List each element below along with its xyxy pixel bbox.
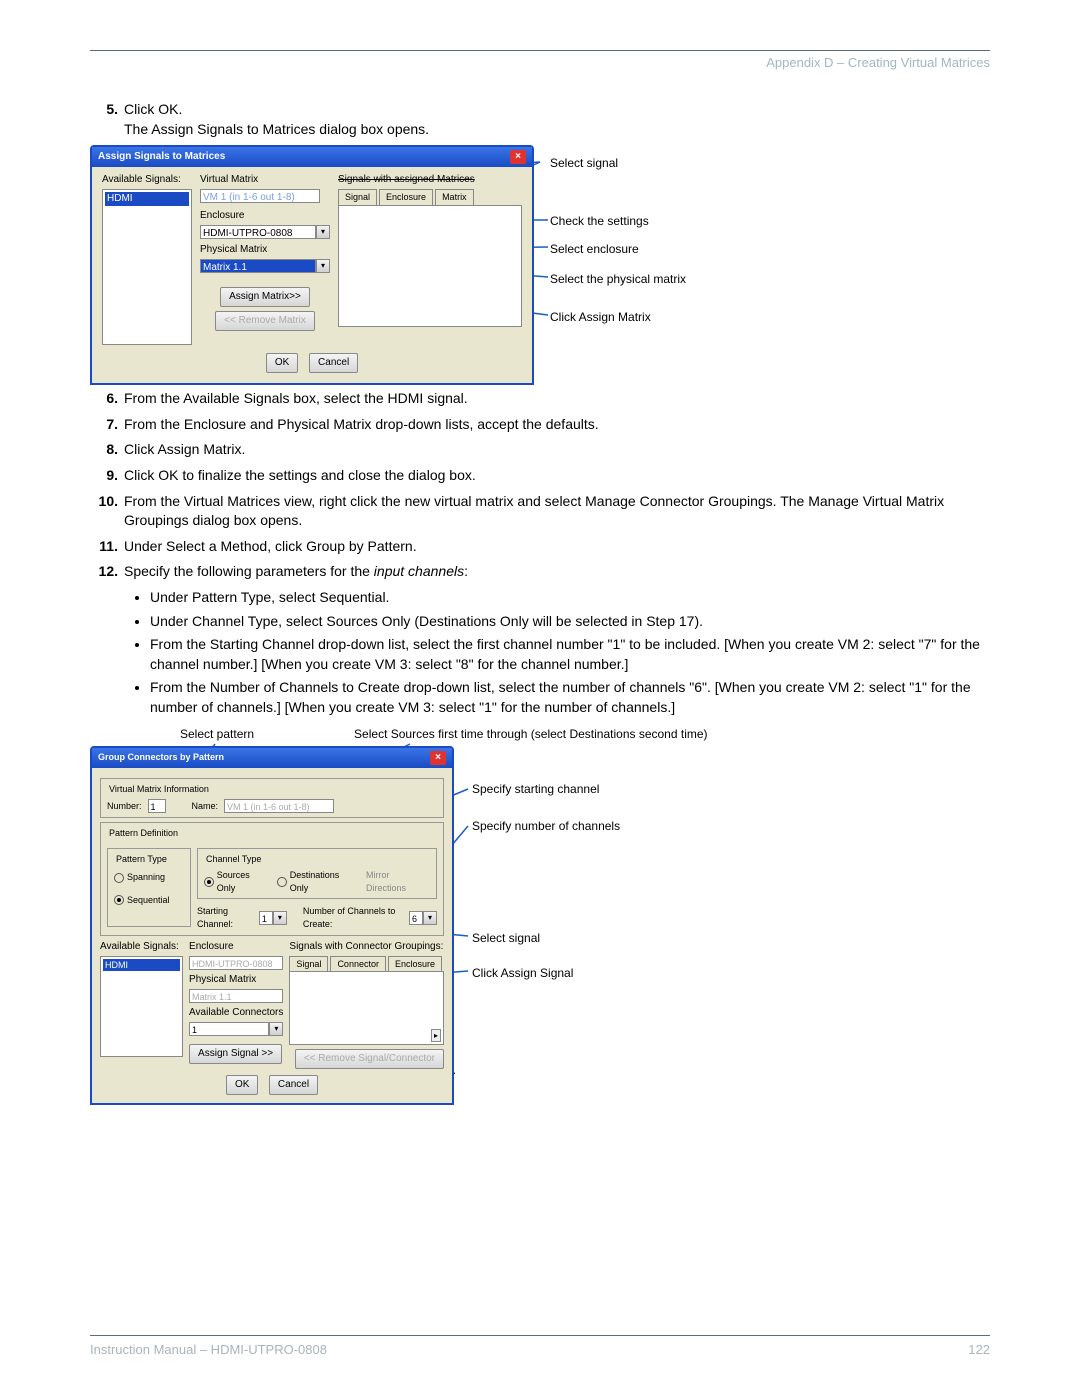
physical-matrix-dropdown[interactable]: Matrix 1.1 ▾	[200, 259, 330, 273]
chevron-down-icon[interactable]: ▾	[316, 259, 330, 273]
scroll-right-icon[interactable]: ▸	[431, 1029, 441, 1042]
callout-select-enclosure: Select enclosure	[550, 241, 639, 258]
enclosure-label: Enclosure	[200, 209, 330, 223]
callout-check-settings: Check the settings	[550, 213, 649, 230]
callout-click-assign: Click Assign Matrix	[550, 309, 651, 326]
callout-click-assign-signal: Click Assign Signal	[472, 965, 573, 982]
step-num: 9.	[90, 466, 124, 486]
ok-button[interactable]: OK	[226, 1075, 258, 1095]
callout-select-signal: Select signal	[472, 930, 540, 947]
header-breadcrumb: Appendix D – Creating Virtual Matrices	[90, 55, 990, 70]
step-num: 12.	[90, 562, 124, 582]
signals-assigned-label: Signals with assigned Matrices	[338, 173, 522, 187]
ok-button[interactable]: OK	[266, 353, 298, 373]
starting-channel-dropdown[interactable]: 1▾	[259, 911, 287, 925]
cancel-button[interactable]: Cancel	[269, 1075, 318, 1095]
callout-select-physical: Select the physical matrix	[550, 271, 686, 288]
dialog-assign-signals: Assign Signals to Matrices × Available S…	[90, 145, 534, 385]
radio-sequential[interactable]: Sequential	[114, 894, 170, 907]
callout-starting-channel: Specify starting channel	[472, 781, 599, 798]
step-text: From the Enclosure and Physical Matrix d…	[124, 415, 990, 435]
step-num: 6.	[90, 389, 124, 409]
num-channels-dropdown[interactable]: 6▾	[409, 911, 437, 925]
top-rule	[90, 50, 990, 51]
close-icon[interactable]: ×	[510, 150, 526, 164]
assign-matrix-button[interactable]: Assign Matrix>>	[220, 287, 310, 307]
bullet-item: Under Channel Type, select Sources Only …	[150, 612, 990, 632]
step-num: 7.	[90, 415, 124, 435]
virtual-matrix-label: Virtual Matrix	[200, 173, 330, 187]
bullet-item: From the Number of Channels to Create dr…	[150, 678, 990, 717]
step-num: 5.	[90, 100, 124, 120]
bullet-item: Under Pattern Type, select Sequential.	[150, 588, 990, 608]
step-num: 11.	[90, 537, 124, 557]
physical-matrix-label: Physical Matrix	[200, 243, 330, 257]
cancel-button[interactable]: Cancel	[309, 353, 358, 373]
available-signals-label: Available Signals:	[102, 173, 192, 187]
tab-signal[interactable]: Signal	[289, 956, 328, 972]
step-num: 10.	[90, 492, 124, 512]
pattern-type-group: Pattern Type Spanning Sequential	[107, 848, 191, 927]
assign-signal-button[interactable]: Assign Signal >>	[189, 1044, 282, 1064]
channel-type-group: Channel Type Sources Only Destinations O…	[197, 848, 437, 900]
number-field[interactable]: 1	[148, 799, 166, 813]
tab-signal[interactable]: Signal	[338, 189, 377, 205]
chevron-down-icon[interactable]: ▾	[269, 1022, 283, 1036]
available-signals-list[interactable]: HDMI	[102, 189, 192, 345]
figure-assign-signals: Assign Signals to Matrices × Available S…	[90, 145, 990, 385]
page-number: 122	[968, 1342, 990, 1357]
name-field[interactable]: VM 1 (in 1-6 out 1-8)	[224, 799, 334, 813]
step-text: Click OK to finalize the settings and cl…	[124, 466, 990, 486]
physical-matrix-field[interactable]: Matrix 1.1	[189, 989, 283, 1003]
remove-matrix-button[interactable]: << Remove Matrix	[215, 311, 315, 331]
content: 5. Click OK. The Assign Signals to Matri…	[90, 100, 990, 1105]
virtual-matrix-field[interactable]: VM 1 (in 1-6 out 1-8)	[200, 189, 320, 203]
step-text: From the Virtual Matrices view, right cl…	[124, 492, 990, 531]
callout-num-channels: Specify number of channels	[472, 818, 620, 835]
step-text: Click OK. The Assign Signals to Matrices…	[124, 100, 990, 139]
step-num: 8.	[90, 440, 124, 460]
connector-grid: ▸	[289, 972, 444, 1045]
callout-select-sources: Select Sources first time through (selec…	[354, 726, 707, 743]
enclosure-field[interactable]: HDMI-UTPRO-0808	[189, 956, 283, 970]
figure-group-connectors: Select pattern Select Sources first time…	[90, 726, 990, 1056]
dialog-group-connectors: Group Connectors by Pattern × Virtual Ma…	[90, 746, 454, 1106]
step-text: Specify the following parameters for the…	[124, 562, 990, 582]
remove-signal-button[interactable]: << Remove Signal/Connector	[295, 1049, 444, 1069]
page-footer: Instruction Manual – HDMI-UTPRO-0808 122	[90, 1335, 990, 1357]
signals-grid	[338, 206, 522, 327]
mirror-label: Mirror Directions	[366, 869, 430, 894]
available-signals-list[interactable]: HDMI	[100, 956, 183, 1057]
callout-select-signal: Select signal	[550, 155, 618, 172]
radio-sources[interactable]: Sources Only	[204, 869, 269, 894]
footer-left: Instruction Manual – HDMI-UTPRO-0808	[90, 1342, 327, 1357]
callout-select-pattern: Select pattern	[180, 726, 254, 743]
step-text: Under Select a Method, click Group by Pa…	[124, 537, 990, 557]
tab-enclosure[interactable]: Enclosure	[388, 956, 442, 972]
radio-destinations[interactable]: Destinations Only	[277, 869, 358, 894]
tab-connector[interactable]: Connector	[330, 956, 386, 972]
chevron-down-icon[interactable]: ▾	[316, 225, 330, 239]
dialog-title: Group Connectors by Pattern	[98, 751, 224, 764]
tab-matrix[interactable]: Matrix	[435, 189, 474, 205]
tab-enclosure[interactable]: Enclosure	[379, 189, 433, 205]
close-icon[interactable]: ×	[430, 751, 446, 765]
available-connectors-dropdown[interactable]: 1▾	[189, 1022, 283, 1036]
chevron-down-icon[interactable]: ▾	[273, 911, 287, 925]
step-text: From the Available Signals box, select t…	[124, 389, 990, 409]
vmi-group: Virtual Matrix Information Number: 1 Nam…	[100, 778, 444, 819]
pattern-def-group: Pattern Definition Pattern Type Spanning…	[100, 822, 444, 936]
bullet-item: From the Starting Channel drop-down list…	[150, 635, 990, 674]
list-item[interactable]: HDMI	[103, 959, 180, 972]
tabs: Signal Enclosure Matrix	[338, 189, 522, 206]
enclosure-dropdown[interactable]: HDMI-UTPRO-0808 ▾	[200, 225, 330, 239]
radio-spanning[interactable]: Spanning	[114, 871, 165, 884]
dialog-title-bar: Group Connectors by Pattern ×	[92, 748, 452, 768]
list-item[interactable]: HDMI	[105, 192, 189, 206]
dialog-title: Assign Signals to Matrices	[98, 150, 225, 164]
chevron-down-icon[interactable]: ▾	[423, 911, 437, 925]
step-text: Click Assign Matrix.	[124, 440, 990, 460]
dialog-title-bar: Assign Signals to Matrices ×	[92, 147, 532, 167]
